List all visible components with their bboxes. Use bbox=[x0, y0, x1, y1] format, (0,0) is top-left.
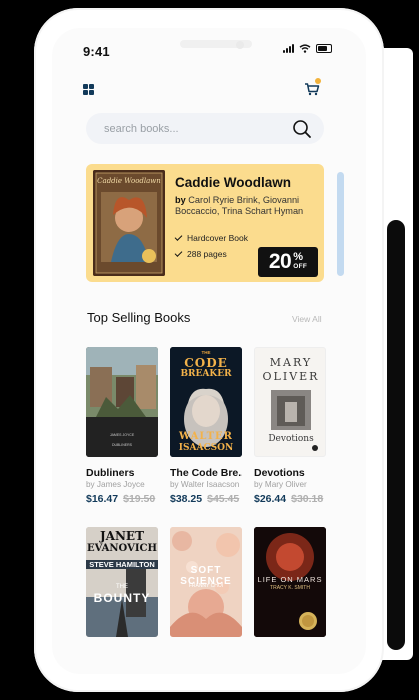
search-input[interactable] bbox=[102, 119, 276, 139]
book-old-price: $30.18 bbox=[291, 493, 324, 505]
book-card[interactable]: JANET EVANOVICH STEVE HAMILTON THE BOUNT… bbox=[86, 527, 158, 637]
check-icon bbox=[174, 249, 183, 257]
cover-prefix: THE bbox=[201, 350, 211, 355]
check-icon bbox=[174, 233, 183, 241]
book-price: $26.44 bbox=[254, 493, 287, 505]
cover-author-line1: WALTER bbox=[179, 431, 233, 442]
cover-title-line2: BOUNTY bbox=[93, 591, 151, 605]
cover-title-line1: THE bbox=[116, 584, 128, 590]
feature-label: 288 pages bbox=[187, 249, 227, 259]
signal-icon bbox=[283, 44, 294, 53]
status-icons bbox=[283, 44, 332, 53]
book-card[interactable]: LIFE ON MARS TRACY K. SMITH bbox=[254, 527, 326, 637]
book-price: $38.25 bbox=[170, 493, 203, 505]
book-old-price: $45.45 bbox=[207, 493, 240, 505]
feature-hardcover: Hardcover Book bbox=[174, 233, 248, 243]
feature-label: Hardcover Book bbox=[187, 233, 248, 243]
wifi-icon bbox=[299, 44, 311, 53]
featured-book-cover: Caddie Woodlawn bbox=[93, 170, 165, 276]
cover-title: Devotions bbox=[268, 434, 314, 444]
book-author: by Walter Isaacson bbox=[170, 480, 240, 489]
section-title: Top Selling Books bbox=[87, 310, 191, 325]
cover-title-line1: CODE bbox=[184, 356, 228, 370]
search-bar bbox=[86, 113, 324, 144]
book-cover: THE CODE BREAKER WALTER ISAACSON bbox=[170, 347, 242, 457]
camera-dot bbox=[236, 41, 244, 49]
book-card[interactable]: SOFT SCIENCE FRANNY CHOI bbox=[170, 527, 242, 637]
book-cover: LIFE ON MARS TRACY K. SMITH bbox=[254, 527, 326, 637]
featured-by-label: by bbox=[175, 195, 186, 205]
book-cover: JAMES JOYCE DUBLINERS bbox=[86, 347, 158, 457]
view-all-link[interactable]: View All bbox=[292, 314, 322, 324]
discount-value: 20 bbox=[268, 250, 292, 273]
cover-author: JAMES JOYCE bbox=[109, 433, 135, 437]
featured-cover-title: Caddie Woodlawn bbox=[97, 177, 161, 185]
cover-coauthor: STEVE HAMILTON bbox=[86, 560, 158, 569]
cover-title: LIFE ON MARS bbox=[257, 575, 323, 584]
book-prices: $16.47 $19.50 bbox=[86, 493, 158, 505]
cover-author: FRANNY CHOI bbox=[188, 583, 224, 589]
book-author: by Mary Oliver bbox=[254, 480, 307, 489]
book-old-price: $19.50 bbox=[123, 493, 156, 505]
cover-author-line2: EVANOVICH bbox=[87, 543, 157, 554]
battery-icon bbox=[316, 44, 332, 53]
book-card[interactable]: JAMES JOYCE DUBLINERS Dubliners by James… bbox=[86, 347, 158, 505]
discount-off: OFF bbox=[293, 263, 308, 270]
book-price: $16.47 bbox=[86, 493, 119, 505]
featured-book-card[interactable]: Caddie Woodlawn Caddie Woodlawn by Carol… bbox=[86, 164, 324, 282]
cover-author-line1: JANET bbox=[99, 529, 145, 543]
book-card[interactable]: MARY OLIVER Devotions Devotions by Mary … bbox=[254, 347, 326, 505]
cover-title-line2: BREAKER bbox=[180, 369, 232, 379]
search-icon[interactable] bbox=[292, 119, 312, 139]
book-cover: SOFT SCIENCE FRANNY CHOI bbox=[170, 527, 242, 637]
book-title: Devotions bbox=[254, 467, 305, 479]
side-decoration bbox=[387, 220, 405, 650]
feature-pages: 288 pages bbox=[174, 249, 227, 259]
discount-badge: 20 % OFF bbox=[258, 247, 318, 277]
featured-author-names: Carol Ryrie Brink, Giovanni Boccaccio, T… bbox=[175, 195, 304, 216]
book-author: by James Joyce bbox=[86, 480, 145, 489]
scrollbar-thumb[interactable] bbox=[337, 172, 344, 276]
book-prices: $38.25 $45.45 bbox=[170, 493, 242, 505]
book-card[interactable]: THE CODE BREAKER WALTER ISAACSON The Cod… bbox=[170, 347, 242, 505]
cover-author: TRACY K. SMITH bbox=[270, 585, 310, 591]
book-cover: MARY OLIVER Devotions bbox=[254, 347, 326, 457]
book-prices: $26.44 $30.18 bbox=[254, 493, 326, 505]
device-scene: 9:41 Caddie Woodlawn Caddie W bbox=[0, 0, 419, 700]
menu-grid-icon[interactable] bbox=[83, 84, 94, 95]
cart-badge bbox=[315, 78, 321, 84]
discount-percent: % bbox=[293, 251, 303, 263]
cover-author-line2: ISAACSON bbox=[178, 443, 234, 453]
featured-authors: by Carol Ryrie Brink, Giovanni Boccaccio… bbox=[175, 195, 317, 217]
book-title: The Code Bre... bbox=[170, 467, 242, 479]
featured-title: Caddie Woodlawn bbox=[175, 175, 292, 190]
cover-author-line2: OLIVER bbox=[262, 370, 320, 383]
cover-title: DUBLINERS bbox=[111, 443, 133, 447]
status-time: 9:41 bbox=[83, 44, 110, 59]
cover-author-line1: MARY bbox=[269, 356, 313, 369]
book-title: Dubliners bbox=[86, 467, 135, 479]
book-cover: JANET EVANOVICH STEVE HAMILTON THE BOUNT… bbox=[86, 527, 158, 637]
cart-icon[interactable] bbox=[304, 82, 320, 96]
